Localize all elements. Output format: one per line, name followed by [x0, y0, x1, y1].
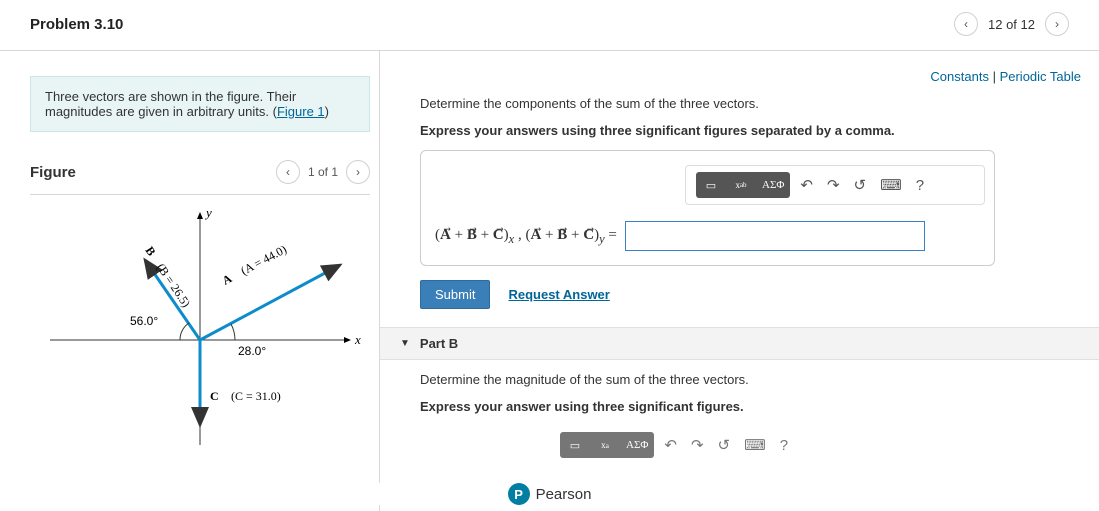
figure-count: 1 of 1: [308, 165, 338, 179]
top-links: Constants | Periodic Table: [380, 51, 1099, 84]
reset-icon-b[interactable]: ↺: [718, 436, 731, 454]
undo-icon[interactable]: ↶: [800, 176, 813, 194]
prev-problem-button[interactable]: ‹: [954, 12, 978, 36]
reset-icon[interactable]: ↺: [854, 176, 867, 194]
answer-input[interactable]: [625, 221, 925, 251]
pearson-brand: Pearson: [536, 486, 592, 503]
prompt-text-a: Three vectors are shown in the figure. T…: [45, 89, 296, 119]
answer-box: ▭ xab ΑΣΦ ↶ ↷ ↺ ⌨ ? (A⃗ + B⃗ + C⃗)x , (A…: [420, 150, 995, 266]
part-a-question: Determine the components of the sum of t…: [420, 96, 1081, 111]
constants-link[interactable]: Constants: [930, 69, 989, 84]
greek-tool-button[interactable]: ΑΣΦ: [756, 172, 790, 198]
part-b-question: Determine the magnitude of the sum of th…: [420, 372, 1081, 387]
svg-text:56.0°: 56.0°: [130, 314, 158, 328]
svg-text:A⃗ (A = 44.0): A⃗ (A = 44.0): [220, 242, 289, 288]
problem-prompt: Three vectors are shown in the figure. T…: [30, 76, 370, 132]
header: Problem 3.10 ‹ 12 of 12 ›: [0, 0, 1099, 51]
problem-title: Problem 3.10: [30, 16, 123, 33]
periodic-table-link[interactable]: Periodic Table: [1000, 69, 1081, 84]
fraction-tool-button-b[interactable]: xa: [590, 432, 620, 458]
keyboard-icon-b[interactable]: ⌨: [744, 436, 766, 454]
footer: P Pearson: [0, 483, 1099, 505]
problem-count: 12 of 12: [988, 17, 1035, 32]
part-a-instruction: Express your answers using three signifi…: [420, 123, 1081, 138]
right-panel: Constants | Periodic Table Determine the…: [380, 51, 1099, 511]
next-problem-button[interactable]: ›: [1045, 12, 1069, 36]
link-sep: |: [989, 69, 1000, 84]
pearson-logo-icon: P: [508, 483, 530, 505]
svg-text:x: x: [354, 332, 361, 347]
svg-text:28.0°: 28.0°: [238, 344, 266, 358]
figure-header: Figure ‹ 1 of 1 ›: [30, 160, 370, 195]
figure-link[interactable]: Figure 1: [277, 104, 325, 119]
collapse-icon: ▼: [400, 338, 410, 349]
help-icon-b[interactable]: ?: [780, 437, 788, 454]
part-b-body: Determine the magnitude of the sum of th…: [380, 360, 1099, 464]
redo-icon-b[interactable]: ↷: [691, 436, 704, 454]
prompt-text-b: ): [325, 104, 329, 119]
equation-toolbar-b: ▭ xa ΑΣΦ ↶ ↷ ↺ ⌨ ?: [550, 426, 850, 464]
fraction-tool-button[interactable]: xab: [726, 172, 756, 198]
template-tool-button-b[interactable]: ▭: [560, 432, 590, 458]
prev-figure-button[interactable]: ‹: [276, 160, 300, 184]
left-panel: Three vectors are shown in the figure. T…: [0, 51, 380, 511]
redo-icon[interactable]: ↷: [827, 176, 840, 194]
next-figure-button[interactable]: ›: [346, 160, 370, 184]
template-tool-button[interactable]: ▭: [696, 172, 726, 198]
problem-nav: ‹ 12 of 12 ›: [954, 12, 1069, 36]
equation-label: (A⃗ + B⃗ + C⃗)x , (A⃗ + B⃗ + C⃗)y =: [435, 225, 617, 247]
greek-tool-button-b[interactable]: ΑΣΦ: [620, 432, 654, 458]
vector-figure: x y A⃗ (A = 44.0) B⃗ (B = 26.5) C⃗ (C = …: [30, 205, 370, 455]
part-b-header[interactable]: ▼ Part B: [380, 327, 1099, 360]
svg-text:y: y: [204, 205, 212, 220]
help-icon[interactable]: ?: [916, 177, 924, 194]
undo-icon-b[interactable]: ↶: [664, 436, 677, 454]
part-a: Determine the components of the sum of t…: [380, 84, 1099, 309]
part-b-instruction: Express your answer using three signific…: [420, 399, 1081, 414]
svg-text:C⃗ (C = 31.0): C⃗ (C = 31.0): [210, 389, 281, 403]
part-b-title: Part B: [420, 336, 458, 351]
request-answer-link[interactable]: Request Answer: [508, 287, 609, 302]
svg-text:B⃗ (B = 26.5): B⃗ (B = 26.5): [143, 244, 194, 310]
equation-toolbar: ▭ xab ΑΣΦ ↶ ↷ ↺ ⌨ ?: [685, 165, 985, 205]
figure-title: Figure: [30, 164, 76, 181]
keyboard-icon[interactable]: ⌨: [880, 176, 902, 194]
submit-button[interactable]: Submit: [420, 280, 490, 309]
